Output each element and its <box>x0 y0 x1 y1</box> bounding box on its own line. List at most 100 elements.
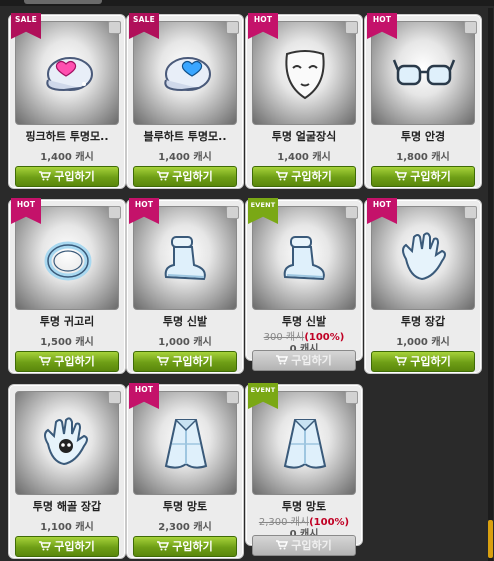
item-name: 투명 귀고리 <box>39 315 95 328</box>
item-image[interactable] <box>15 206 119 310</box>
buy-button[interactable]: 구입하기 <box>133 536 237 557</box>
scrollbar-track[interactable] <box>488 8 493 561</box>
item-name: 핑크하트 투명모.. <box>25 130 109 143</box>
item-name: 투명 해골 장갑 <box>32 500 102 513</box>
shoes-icon <box>273 229 337 289</box>
item-card[interactable]: HOT 투명 귀고리 1,500 캐시 구입하기 <box>8 198 126 374</box>
item-price: 1,400 캐시 <box>158 152 212 163</box>
buy-button[interactable]: 구입하기 <box>371 351 475 372</box>
select-checkbox[interactable] <box>345 206 358 219</box>
item-card[interactable]: HOT 투명 얼굴장식 1,400 캐시 구입하기 <box>245 13 363 189</box>
select-checkbox[interactable] <box>464 206 477 219</box>
item-price: 2,300 캐시 <box>158 522 212 533</box>
top-tab-edge <box>24 0 102 4</box>
item-name: 블루하트 투명모.. <box>143 130 227 143</box>
glove-icon <box>392 229 456 289</box>
item-name: 투명 신발 <box>162 315 208 328</box>
item-card[interactable]: EVENT투명 망토2,300 캐시(100%)0 캐시구입하기 <box>245 383 363 556</box>
item-price: 1,100 캐시 <box>40 522 94 533</box>
item-price: 1,400 캐시 <box>277 152 331 163</box>
item-image[interactable] <box>252 206 356 310</box>
select-checkbox[interactable] <box>226 206 239 219</box>
buy-button[interactable]: 구입하기 <box>252 535 356 556</box>
item-card[interactable]: HOT 투명 안경 1,800 캐시 구입하기 <box>364 13 482 189</box>
item-card[interactable]: HOT 투명 망토 2,300 캐시 구입하기 <box>126 383 244 559</box>
item-image[interactable] <box>252 391 356 495</box>
buy-button[interactable]: 구입하기 <box>15 166 119 187</box>
shoes-icon <box>154 229 218 289</box>
skull-glove-icon <box>36 414 100 474</box>
item-image[interactable] <box>371 21 475 125</box>
scrollbar-thumb[interactable] <box>488 520 493 558</box>
select-checkbox[interactable] <box>345 391 358 404</box>
item-card[interactable]: 투명 해골 장갑 1,100 캐시구입하기 <box>8 384 126 559</box>
select-checkbox[interactable] <box>345 21 358 34</box>
cape-icon <box>273 414 337 474</box>
cart-icon <box>39 170 54 183</box>
mask-icon <box>273 44 337 104</box>
item-image[interactable] <box>371 206 475 310</box>
top-strip <box>0 0 494 6</box>
cart-icon <box>157 355 172 368</box>
blue-heart-cap-icon <box>154 44 218 104</box>
item-card[interactable]: HOT 투명 신발 1,000 캐시 구입하기 <box>126 198 244 374</box>
buy-label: 구입하기 <box>54 540 95 553</box>
item-name: 투명 신발 <box>281 315 327 328</box>
buy-label: 구입하기 <box>410 170 451 183</box>
buy-label: 구입하기 <box>410 355 451 368</box>
item-price: 1,000 캐시 <box>396 337 450 348</box>
cart-icon <box>395 355 410 368</box>
pink-heart-cap-icon <box>36 44 100 104</box>
buy-button[interactable]: 구입하기 <box>252 350 356 371</box>
buy-label: 구입하기 <box>54 355 95 368</box>
select-checkbox[interactable] <box>108 21 121 34</box>
cart-icon <box>276 170 291 183</box>
buy-label: 구입하기 <box>291 539 332 552</box>
item-name: 투명 망토 <box>162 500 208 513</box>
buy-button[interactable]: 구입하기 <box>133 351 237 372</box>
buy-label: 구입하기 <box>54 170 95 183</box>
cart-icon <box>39 540 54 553</box>
item-name: 투명 장갑 <box>400 315 446 328</box>
item-name: 투명 안경 <box>400 130 446 143</box>
select-checkbox[interactable] <box>226 391 239 404</box>
item-image[interactable] <box>133 206 237 310</box>
select-checkbox[interactable] <box>464 21 477 34</box>
buy-button[interactable]: 구입하기 <box>371 166 475 187</box>
item-price: 1,500 캐시 <box>40 337 94 348</box>
buy-label: 구입하기 <box>291 354 332 367</box>
cape-icon <box>154 414 218 474</box>
cart-icon <box>39 355 54 368</box>
select-checkbox[interactable] <box>108 391 121 404</box>
cart-icon <box>276 539 291 552</box>
item-card[interactable]: EVENT투명 신발300 캐시(100%)0 캐시구입하기 <box>245 198 363 371</box>
cart-icon <box>276 354 291 367</box>
item-price: 1,800 캐시 <box>396 152 450 163</box>
buy-label: 구입하기 <box>172 540 213 553</box>
buy-label: 구입하기 <box>172 355 213 368</box>
buy-button[interactable]: 구입하기 <box>252 166 356 187</box>
cart-icon <box>395 170 410 183</box>
select-checkbox[interactable] <box>108 206 121 219</box>
buy-button[interactable]: 구입하기 <box>15 536 119 557</box>
cart-icon <box>157 170 172 183</box>
item-name: 투명 망토 <box>281 500 327 513</box>
item-image[interactable] <box>133 391 237 495</box>
buy-button[interactable]: 구입하기 <box>15 351 119 372</box>
select-checkbox[interactable] <box>226 21 239 34</box>
cart-icon <box>157 540 172 553</box>
item-image[interactable] <box>15 391 119 495</box>
item-card[interactable]: HOT 투명 장갑 1,000 캐시 구입하기 <box>364 198 482 374</box>
buy-label: 구입하기 <box>172 170 213 183</box>
item-image[interactable] <box>15 21 119 125</box>
earring-icon <box>36 229 100 289</box>
item-card[interactable]: SALE 블루하트 투명모.. 1,400 캐시 구입하기 <box>126 13 244 189</box>
item-price: 1,400 캐시 <box>40 152 94 163</box>
item-image[interactable] <box>252 21 356 125</box>
item-image[interactable] <box>133 21 237 125</box>
buy-button[interactable]: 구입하기 <box>133 166 237 187</box>
glasses-icon <box>392 44 456 104</box>
item-price: 1,000 캐시 <box>158 337 212 348</box>
item-name: 투명 얼굴장식 <box>271 130 337 143</box>
item-card[interactable]: SALE 핑크하트 투명모.. 1,400 캐시 구입하기 <box>8 13 126 189</box>
